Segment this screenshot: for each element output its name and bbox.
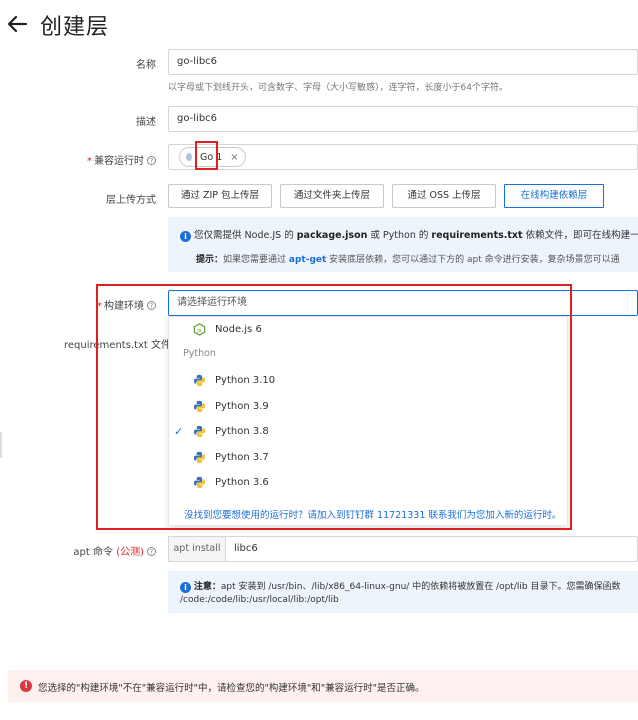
go-icon xyxy=(186,153,192,161)
name-help: 以字母或下划线开头，可含数字、字母（大小写敏感），连字符，长度小于64个字符。 xyxy=(168,83,508,93)
info-text: 或 Python 的 xyxy=(367,230,432,241)
apt-label-wrap: apt 命令 (公测)? xyxy=(60,543,156,558)
apt-label: apt 命令 xyxy=(73,547,113,558)
note-line-2: /code:/code/lib:/usr/local/lib:/opt/lib xyxy=(180,595,339,605)
question-icon[interactable]: ? xyxy=(147,156,156,165)
compat-label-wrap: * 兼容运行时? xyxy=(60,152,156,167)
note-label: 注意： xyxy=(193,582,221,592)
upload-oss-button[interactable]: 通过 OSS 上传层 xyxy=(392,184,496,208)
apt-input[interactable]: libc6 xyxy=(225,536,638,562)
page-header: 创建层 xyxy=(0,4,300,40)
name-input[interactable]: go-libc6 xyxy=(168,49,638,75)
back-arrow-icon[interactable] xyxy=(6,13,28,35)
info-text: 安装底层依赖，您可以通过下方的 apt 命令进行安装，复杂场景您可以通 xyxy=(326,255,620,265)
note-box: i 注意：apt 安装到 /usr/bin、/lib/x86_64-linux-… xyxy=(168,571,638,613)
info-line-1: i 您仅需提供 Node.JS 的 package.json 或 Python … xyxy=(180,227,638,242)
upload-label: 层上传方式 xyxy=(106,195,156,206)
tip-label: 提示： xyxy=(196,255,224,265)
info-text: 如果您需要通过 xyxy=(223,255,289,265)
info-line-2: 提示：如果您需要通过 apt-get 安装底层依赖，您可以通过下方的 apt 命… xyxy=(196,252,620,265)
desc-label: 描述 xyxy=(136,117,156,128)
info-text: 依赖文件，即可在线构建一个含有 xyxy=(525,230,638,241)
highlight-box-env xyxy=(96,284,572,530)
desc-input[interactable]: go-libc6 xyxy=(168,106,638,132)
info-bold: package.json xyxy=(296,230,368,241)
compat-label: 兼容运行时 xyxy=(94,156,144,167)
page-title: 创建层 xyxy=(40,15,110,40)
required-mark: * xyxy=(87,156,92,167)
note-text: apt 安装到 /usr/bin、/lib/x86_64-linux-gnu/ … xyxy=(220,582,621,592)
upload-zip-button[interactable]: 通过 ZIP 包上传层 xyxy=(168,184,272,208)
close-icon[interactable]: × xyxy=(230,152,238,163)
info-icon: i xyxy=(180,231,191,242)
info-box: i 您仅需提供 Node.JS 的 package.json 或 Python … xyxy=(168,217,638,272)
apt-prefix: apt install xyxy=(168,536,226,562)
upload-folder-button[interactable]: 通过文件夹上传层 xyxy=(280,184,384,208)
info-icon: i xyxy=(180,582,191,593)
scroll-marker xyxy=(0,432,2,458)
online-build-button[interactable]: 在线构建依赖层 xyxy=(504,184,604,208)
error-message: 您选择的"构建环境"不在"兼容运行时"中，请检查您的"构建环境"和"兼容运行时"… xyxy=(38,683,425,694)
question-icon[interactable]: ? xyxy=(147,547,156,556)
note-line-1: i 注意：apt 安装到 /usr/bin、/lib/x86_64-linux-… xyxy=(180,579,620,593)
name-label: 名称 xyxy=(136,60,156,71)
error-banner: ! 您选择的"构建环境"不在"兼容运行时"中，请检查您的"构建环境"和"兼容运行… xyxy=(8,670,638,702)
info-bold: requirements.txt xyxy=(431,230,523,241)
highlight-box-tag xyxy=(195,141,218,170)
beta-badge: (公测) xyxy=(116,547,144,558)
error-icon: ! xyxy=(20,680,32,692)
apt-get-link[interactable]: apt-get xyxy=(289,255,326,265)
info-text: 您仅需提供 Node.JS 的 xyxy=(194,230,297,241)
